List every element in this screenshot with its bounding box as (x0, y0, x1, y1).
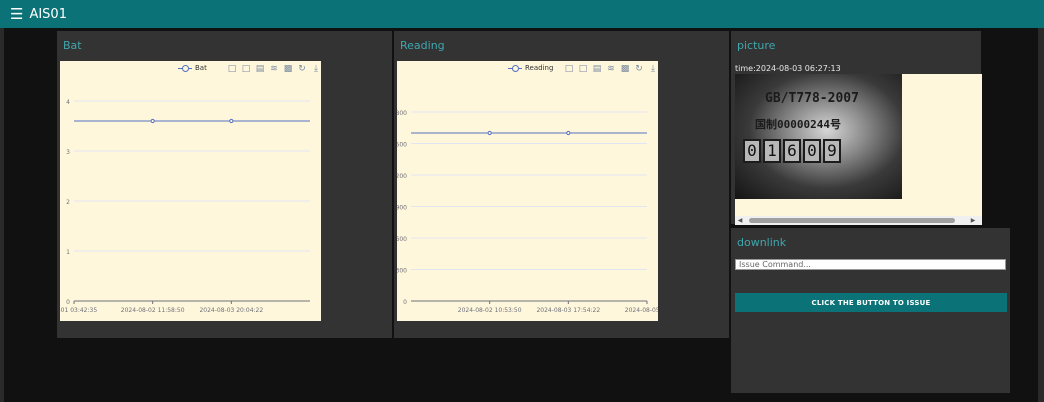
x-tick-label: 2024-08-03 20:04:22 (199, 307, 263, 314)
y-tick-label: 600 (397, 236, 407, 243)
y-tick-label: 1,800 (397, 110, 407, 117)
y-tick-label: 1 (66, 249, 70, 256)
meter-counter-digits: 0 1 6 0 9 (743, 139, 841, 163)
image-horizontal-scrollbar[interactable]: ◀ ▶ (735, 216, 982, 225)
meter-digit: 0 (743, 139, 761, 163)
y-tick-label: 300 (397, 268, 407, 275)
issue-command-input[interactable] (735, 259, 1006, 270)
scroll-right-icon[interactable]: ▶ (968, 217, 978, 224)
meter-digit: 0 (803, 139, 821, 163)
left-edge-panel (0, 28, 4, 402)
y-tick-label: 0 (66, 299, 70, 306)
picture-card: picture time:2024-08-03 06:27:13 GB/T778… (731, 31, 982, 225)
reading-card-title: Reading (400, 39, 445, 52)
picture-card-title: picture (737, 39, 776, 52)
data-point (229, 118, 234, 124)
bat-card-title: Bat (63, 39, 82, 52)
y-tick-label: 3 (66, 149, 70, 156)
y-tick-label: 2 (66, 199, 70, 206)
app-title: AIS01 (29, 6, 67, 22)
y-tick-label: 1,200 (397, 173, 407, 180)
meter-photo: GB/T778-2007 国制00000244号 0 1 6 0 9 (735, 74, 902, 199)
x-tick-label: 2024-08-05 00 (625, 307, 658, 314)
reading-card: Reading Reading □ □ ▤ ≋ ▩ ↻ ⤓ 0 300 600 900… (394, 31, 729, 338)
bat-card: Bat Bat □ □ ▤ ≋ ▩ ↻ ⤓ 0123408-01 03:42:3… (57, 31, 392, 338)
bat-line-chart: 0 1 2 3 4 08-01 03:42:35 2024-08-02 11:58:50 20… (60, 99, 310, 314)
x-tick-label: 2024-08-02 11:58:50 (121, 307, 185, 314)
x-tick-label: 2024-08-03 17:54:22 (536, 307, 600, 314)
y-tick-label: 0 (403, 299, 407, 306)
reading-line-chart: 0 300 600 900 1,200 1,500 1,800 2024-08-02 10:5… (397, 110, 658, 314)
x-tick-label: 08-01 03:42:35 (60, 307, 97, 314)
reading-chart-area[interactable]: Reading □ □ ▤ ≋ ▩ ↻ ⤓ 03006009001,2001,5… (397, 61, 658, 321)
hamburger-menu-icon[interactable]: ☰ (10, 6, 23, 22)
y-tick-label: 1,500 (397, 142, 407, 149)
scroll-left-icon[interactable]: ◀ (735, 217, 745, 224)
x-tick-label: 2024-08-02 10:53:50 (458, 307, 522, 314)
meter-serial-text: 国制00000244号 (755, 118, 841, 131)
meter-standard-text: GB/T778-2007 (765, 91, 859, 106)
downlink-card: downlink CLICK THE BUTTON TO ISSUE (731, 228, 1010, 393)
y-tick-label: 4 (66, 99, 70, 106)
y-tick-label: 900 (397, 205, 407, 212)
issue-command-button[interactable]: CLICK THE BUTTON TO ISSUE (735, 293, 1007, 312)
right-edge-panel (1038, 28, 1044, 402)
meter-digit: 1 (763, 139, 781, 163)
meter-digit: 9 (823, 139, 841, 163)
downlink-card-title: downlink (737, 236, 787, 249)
meter-digit: 6 (783, 139, 801, 163)
scrollbar-thumb[interactable] (749, 218, 955, 223)
data-point (487, 130, 492, 136)
top-app-bar: ☰ AIS01 (0, 0, 1044, 28)
bat-chart-area[interactable]: Bat □ □ ▤ ≋ ▩ ↻ ⤓ 0123408-01 03:42:35202… (60, 61, 321, 321)
data-point (150, 118, 155, 124)
meter-image-viewport[interactable]: GB/T778-2007 国制00000244号 0 1 6 0 9 (735, 74, 982, 216)
picture-timestamp: time:2024-08-03 06:27:13 (735, 64, 841, 73)
data-point (566, 130, 571, 136)
